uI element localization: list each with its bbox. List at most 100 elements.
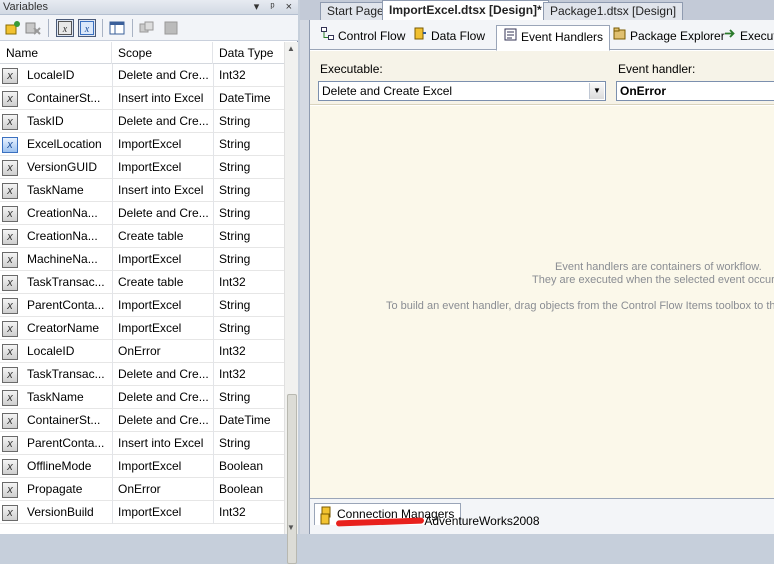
variable-type-cell[interactable]: Int32	[219, 340, 283, 363]
show-system-variables-icon[interactable]: x	[56, 19, 74, 37]
table-row[interactable]: x ExcelLocation ImportExcel String	[0, 133, 284, 156]
table-row[interactable]: x ContainerSt... Insert into Excel DateTime	[0, 87, 284, 110]
variables-scrollbar[interactable]: ▲ ▼	[284, 42, 298, 564]
table-row[interactable]: x CreatorName ImportExcel String	[0, 317, 284, 340]
variables-pane-title-bar: Variables ▾ ᵖ ×	[0, 0, 298, 15]
table-row[interactable]: x LocaleID OnError Int32	[0, 340, 284, 363]
variable-type-cell[interactable]: String	[219, 110, 283, 133]
connection-item-adventureworks[interactable]: AdventureWorks2008	[320, 513, 540, 529]
table-row[interactable]: x TaskID Delete and Cre... String	[0, 110, 284, 133]
column-header-data-type[interactable]: Data Type	[213, 42, 284, 64]
variable-type-cell[interactable]: DateTime	[219, 87, 283, 110]
variable-type-cell[interactable]: Int32	[219, 64, 283, 87]
variable-name-cell[interactable]: ExcelLocation	[27, 133, 111, 156]
variable-type-cell[interactable]: String	[219, 294, 283, 317]
table-row[interactable]: x ParentConta... Insert into Excel String	[0, 432, 284, 455]
move-variable-icon[interactable]	[138, 19, 156, 37]
table-row[interactable]: x TaskTransac... Delete and Cre... Int32	[0, 363, 284, 386]
show-all-variables-icon[interactable]: x	[78, 19, 96, 37]
variable-type-cell[interactable]: String	[219, 225, 283, 248]
scroll-up-icon[interactable]: ▲	[287, 44, 295, 53]
variable-name-cell[interactable]: MachineNa...	[27, 248, 111, 271]
variable-name-cell[interactable]: VersionGUID	[27, 156, 111, 179]
delete-variable-icon[interactable]	[24, 19, 42, 37]
variable-name-cell[interactable]: VersionBuild	[27, 501, 111, 524]
variable-name-cell[interactable]: CreationNa...	[27, 225, 111, 248]
chevron-down-icon[interactable]: ▼	[589, 83, 604, 99]
event-handlers-icon	[503, 27, 517, 49]
grid-options-icon[interactable]	[162, 19, 180, 37]
table-row[interactable]: x OfflineMode ImportExcel Boolean	[0, 455, 284, 478]
variable-name-cell[interactable]: TaskTransac...	[27, 271, 111, 294]
tab-event-handlers[interactable]: Event Handlers	[496, 25, 611, 51]
variable-type-cell[interactable]: Int32	[219, 501, 283, 524]
table-row[interactable]: x TaskName Insert into Excel String	[0, 179, 284, 202]
close-icon[interactable]: ×	[286, 1, 292, 13]
variable-name-cell[interactable]: Propagate	[27, 478, 111, 501]
variable-type-cell[interactable]: Int32	[219, 363, 283, 386]
variable-name-cell[interactable]: ContainerSt...	[27, 87, 111, 110]
column-header-scope[interactable]: Scope	[112, 42, 213, 64]
table-row[interactable]: x ContainerSt... Delete and Cre... DateTime	[0, 409, 284, 432]
variable-type-cell[interactable]: Boolean	[219, 478, 283, 501]
table-row[interactable]: x CreationNa... Delete and Cre... String	[0, 202, 284, 225]
variable-name-cell[interactable]: LocaleID	[27, 340, 111, 363]
variable-name-cell[interactable]: ParentConta...	[27, 294, 111, 317]
scrollbar-thumb[interactable]	[287, 394, 297, 564]
variable-type-cell[interactable]: DateTime	[219, 409, 283, 432]
pane-menu-icon[interactable]: ▾	[254, 1, 260, 13]
variable-scope-cell: Create table	[118, 229, 184, 243]
tab-control-flow[interactable]: Control Flow	[314, 25, 411, 49]
table-row[interactable]: x MachineNa... ImportExcel String	[0, 248, 284, 271]
table-row[interactable]: x ParentConta... ImportExcel String	[0, 294, 284, 317]
tab-package1-design[interactable]: Package1.dtsx [Design]	[543, 2, 684, 20]
add-variable-icon[interactable]	[4, 19, 22, 37]
table-row[interactable]: x VersionBuild ImportExcel Int32	[0, 501, 284, 524]
table-row[interactable]: x CreationNa... Create table String	[0, 225, 284, 248]
variable-name-cell[interactable]: LocaleID	[27, 64, 111, 87]
tab-label: Data Flow	[431, 29, 486, 43]
variable-name-cell[interactable]: ContainerSt...	[27, 409, 111, 432]
event-handler-label: Event handler:	[618, 62, 696, 76]
variable-type-cell[interactable]: String	[219, 248, 283, 271]
variable-type-cell[interactable]: String	[219, 432, 283, 455]
variable-type-cell[interactable]: String	[219, 202, 283, 225]
choose-columns-icon[interactable]	[108, 19, 126, 37]
variable-type-cell[interactable]: String	[219, 386, 283, 409]
variable-name-cell[interactable]: ParentConta...	[27, 432, 111, 455]
pin-icon[interactable]: ᵖ	[270, 1, 274, 13]
column-header-name[interactable]: Name	[0, 42, 112, 64]
variable-type-cell[interactable]: String	[219, 156, 283, 179]
variable-name-cell[interactable]: TaskTransac...	[27, 363, 111, 386]
variable-name-cell[interactable]: TaskName	[27, 386, 111, 409]
tab-execution-results[interactable]: Executi	[716, 25, 774, 49]
table-row[interactable]: x LocaleID Delete and Cre... Int32	[0, 64, 284, 87]
connection-managers-area: Connection Managers AdventureWorks2008	[310, 498, 774, 534]
variable-name-cell[interactable]: CreatorName	[27, 317, 111, 340]
tab-importexcel-design[interactable]: ImportExcel.dtsx [Design]*	[382, 0, 549, 20]
variable-type-cell[interactable]: Boolean	[219, 455, 283, 478]
executable-value: Delete and Create Excel	[322, 84, 453, 98]
variable-scope-cell: Create table	[118, 275, 184, 289]
event-handler-canvas[interactable]: Event handlers are containers of workflo…	[310, 106, 774, 498]
variable-type-cell[interactable]: String	[219, 133, 283, 156]
tab-start-page[interactable]: Start Page	[320, 2, 391, 20]
variable-name-cell[interactable]: CreationNa...	[27, 202, 111, 225]
variable-name-cell[interactable]: TaskName	[27, 179, 111, 202]
tab-package-explorer[interactable]: Package Explorer	[606, 25, 731, 49]
table-row[interactable]: x VersionGUID ImportExcel String	[0, 156, 284, 179]
table-row[interactable]: x Propagate OnError Boolean	[0, 478, 284, 501]
variable-name-cell[interactable]: OfflineMode	[27, 455, 111, 478]
scroll-down-icon[interactable]: ▼	[287, 523, 295, 532]
variable-scope-cell: ImportExcel	[118, 321, 182, 335]
tab-data-flow[interactable]: Data Flow	[407, 25, 491, 49]
variable-type-cell[interactable]: Int32	[219, 271, 283, 294]
executable-dropdown[interactable]: Delete and Create Excel ▼	[318, 81, 606, 101]
event-handler-dropdown[interactable]: OnError	[616, 81, 774, 101]
variable-type-cell[interactable]: String	[219, 179, 283, 202]
variable-name-cell[interactable]: TaskID	[27, 110, 111, 133]
table-row[interactable]: x TaskName Delete and Cre... String	[0, 386, 284, 409]
table-row[interactable]: x TaskTransac... Create table Int32	[0, 271, 284, 294]
system-variable-icon: x	[2, 64, 20, 87]
variable-type-cell[interactable]: String	[219, 317, 283, 340]
